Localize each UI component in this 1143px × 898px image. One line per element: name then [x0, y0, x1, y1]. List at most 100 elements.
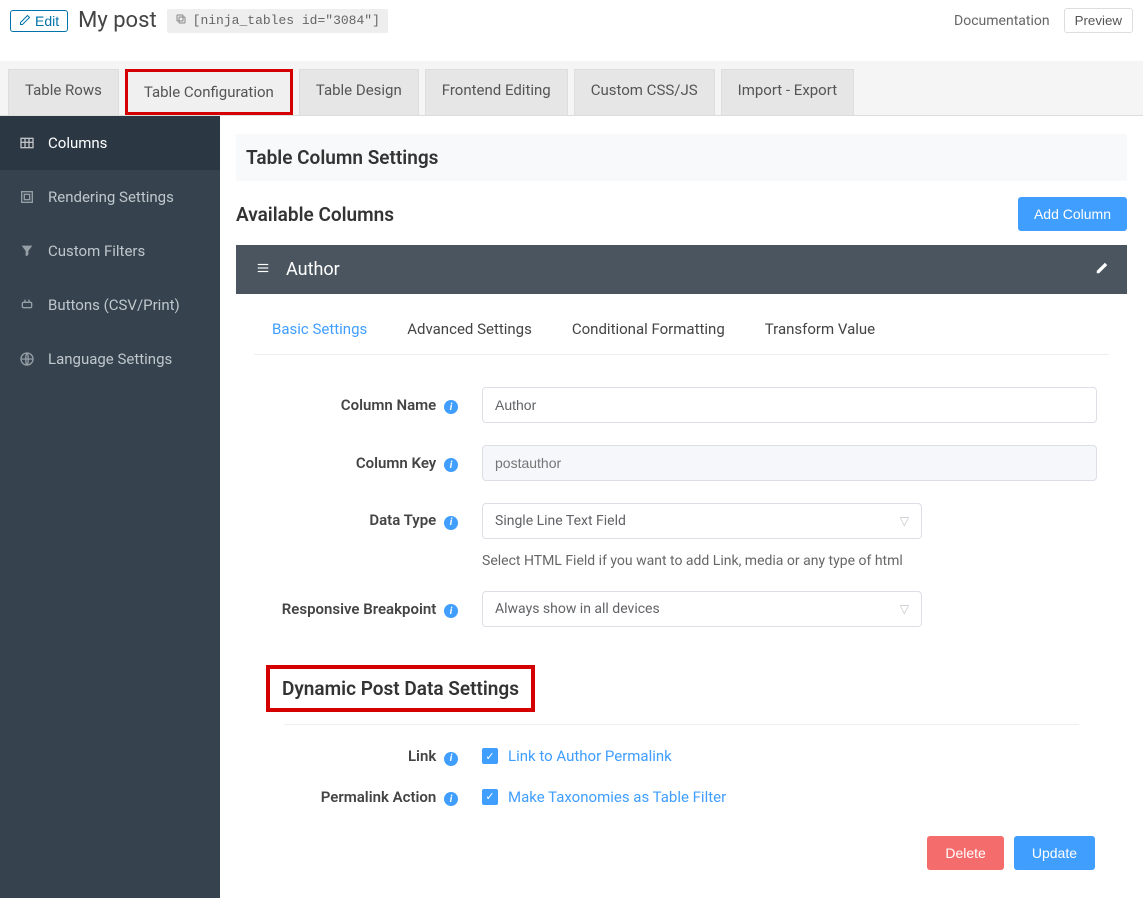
update-button[interactable]: Update [1014, 836, 1095, 870]
label-data-type: Data Type i [266, 503, 466, 530]
label-text: Column Key [356, 454, 436, 472]
sidebar-item-label: Custom Filters [48, 242, 145, 260]
tab-frontend-editing[interactable]: Frontend Editing [425, 69, 568, 115]
control-data-type: Single Line Text Field ▽ Select HTML Fie… [482, 503, 1097, 569]
tab-custom-css-js[interactable]: Custom CSS/JS [574, 69, 715, 115]
section-title-box: Table Column Settings [236, 134, 1127, 181]
shortcode-text: [ninja_tables id="3084"] [193, 13, 380, 28]
info-icon[interactable]: i [444, 516, 458, 530]
data-type-select[interactable]: Single Line Text Field ▽ [482, 503, 922, 539]
inner-tab-basic[interactable]: Basic Settings [272, 320, 367, 344]
edit-column-icon[interactable] [1095, 261, 1109, 279]
chevron-down-icon: ▽ [900, 514, 909, 528]
label-text: Permalink Action [321, 788, 437, 806]
render-icon [18, 188, 36, 206]
available-columns-title: Available Columns [236, 203, 394, 226]
label-text: Responsive Breakpoint [282, 600, 437, 618]
row-permalink: Permalink Action i ✓ Make Taxonomies as … [266, 788, 1097, 807]
breakpoint-select[interactable]: Always show in all devices ▽ [482, 591, 922, 627]
delete-button[interactable]: Delete [927, 836, 1003, 870]
permalink-checkbox[interactable]: ✓ [482, 789, 498, 805]
sidebar-item-label: Buttons (CSV/Print) [48, 296, 180, 314]
chevron-down-icon: ▽ [900, 602, 909, 616]
pencil-icon [19, 13, 31, 29]
label-link: Link i [266, 747, 466, 766]
main-layout: Columns Rendering Settings Custom Filter… [0, 116, 1143, 898]
available-columns-row: Available Columns Add Column [236, 197, 1127, 231]
tab-table-design[interactable]: Table Design [299, 69, 419, 115]
content-area: Table Column Settings Available Columns … [220, 116, 1143, 898]
label-text: Link [408, 747, 436, 765]
label-column-name: Column Name i [266, 396, 466, 415]
info-icon[interactable]: i [444, 458, 458, 472]
sidebar-item-label: Rendering Settings [48, 188, 174, 206]
documentation-link[interactable]: Documentation [954, 13, 1050, 29]
sidebar-item-filters[interactable]: Custom Filters [0, 224, 220, 278]
copy-icon [175, 13, 187, 29]
table-icon [18, 134, 36, 152]
link-checkbox[interactable]: ✓ [482, 748, 498, 764]
row-data-type: Data Type i Single Line Text Field ▽ Sel… [266, 503, 1097, 569]
control-column-name [482, 387, 1097, 423]
label-text: Column Name [341, 396, 436, 414]
sidebar-item-buttons[interactable]: Buttons (CSV/Print) [0, 278, 220, 332]
column-header-bar[interactable]: Author [236, 245, 1127, 294]
drag-handle-icon[interactable] [254, 261, 272, 279]
link-checkbox-row: ✓ Link to Author Permalink [482, 747, 672, 765]
tab-table-rows[interactable]: Table Rows [8, 69, 119, 115]
control-breakpoint: Always show in all devices ▽ [482, 591, 1097, 627]
label-text: Data Type [369, 511, 436, 529]
inner-tab-advanced[interactable]: Advanced Settings [407, 320, 532, 344]
select-value: Single Line Text Field [495, 513, 626, 529]
tab-table-configuration[interactable]: Table Configuration [125, 69, 293, 115]
preview-button[interactable]: Preview [1064, 8, 1133, 33]
control-column-key [482, 445, 1097, 481]
column-header-name: Author [286, 259, 1081, 280]
section-title: Table Column Settings [246, 146, 1117, 169]
dynamic-settings-title-box: Dynamic Post Data Settings [266, 665, 535, 712]
permalink-checkbox-label[interactable]: Make Taxonomies as Table Filter [508, 788, 726, 806]
inner-tabs: Basic Settings Advanced Settings Conditi… [254, 294, 1109, 355]
dynamic-settings-title: Dynamic Post Data Settings [266, 665, 535, 712]
separator [284, 724, 1079, 725]
row-link: Link i ✓ Link to Author Permalink [266, 747, 1097, 766]
sidebar-item-label: Language Settings [48, 350, 172, 368]
permalink-checkbox-row: ✓ Make Taxonomies as Table Filter [482, 788, 726, 806]
inner-tab-transform[interactable]: Transform Value [765, 320, 875, 344]
info-icon[interactable]: i [444, 604, 458, 618]
label-breakpoint: Responsive Breakpoint i [266, 600, 466, 619]
header-bar: Edit My post [ninja_tables id="3084"] Do… [0, 0, 1143, 41]
info-icon[interactable]: i [444, 752, 458, 766]
tab-import-export[interactable]: Import - Export [721, 69, 854, 115]
form-area: Column Name i Column Key i Data Type [236, 355, 1127, 880]
row-breakpoint: Responsive Breakpoint i Always show in a… [266, 591, 1097, 627]
header-right: Documentation Preview [954, 8, 1133, 33]
sidebar-item-columns[interactable]: Columns [0, 116, 220, 170]
link-checkbox-label[interactable]: Link to Author Permalink [508, 747, 672, 765]
column-name-input[interactable] [482, 387, 1097, 423]
add-column-button[interactable]: Add Column [1018, 197, 1127, 231]
page-title: My post [78, 8, 157, 33]
label-permalink: Permalink Action i [266, 788, 466, 807]
row-column-name: Column Name i [266, 387, 1097, 423]
sidebar-item-rendering[interactable]: Rendering Settings [0, 170, 220, 224]
plug-icon [18, 296, 36, 314]
shortcode-display[interactable]: [ninja_tables id="3084"] [167, 9, 388, 33]
lang-icon [18, 350, 36, 368]
footer-buttons: Delete Update [266, 836, 1097, 870]
select-value: Always show in all devices [495, 601, 660, 617]
sidebar-item-language[interactable]: Language Settings [0, 332, 220, 386]
inner-tab-conditional[interactable]: Conditional Formatting [572, 320, 725, 344]
label-column-key: Column Key i [266, 454, 466, 473]
edit-button[interactable]: Edit [10, 10, 68, 32]
data-type-help: Select HTML Field if you want to add Lin… [482, 553, 1097, 569]
info-icon[interactable]: i [444, 792, 458, 806]
edit-button-label: Edit [35, 13, 59, 29]
filter-icon [18, 242, 36, 260]
sidebar-item-label: Columns [48, 134, 107, 152]
info-icon[interactable]: i [444, 400, 458, 414]
column-key-input [482, 445, 1097, 481]
sidebar: Columns Rendering Settings Custom Filter… [0, 116, 220, 898]
row-column-key: Column Key i [266, 445, 1097, 481]
tabs-bar: Table Rows Table Configuration Table Des… [0, 61, 1143, 116]
